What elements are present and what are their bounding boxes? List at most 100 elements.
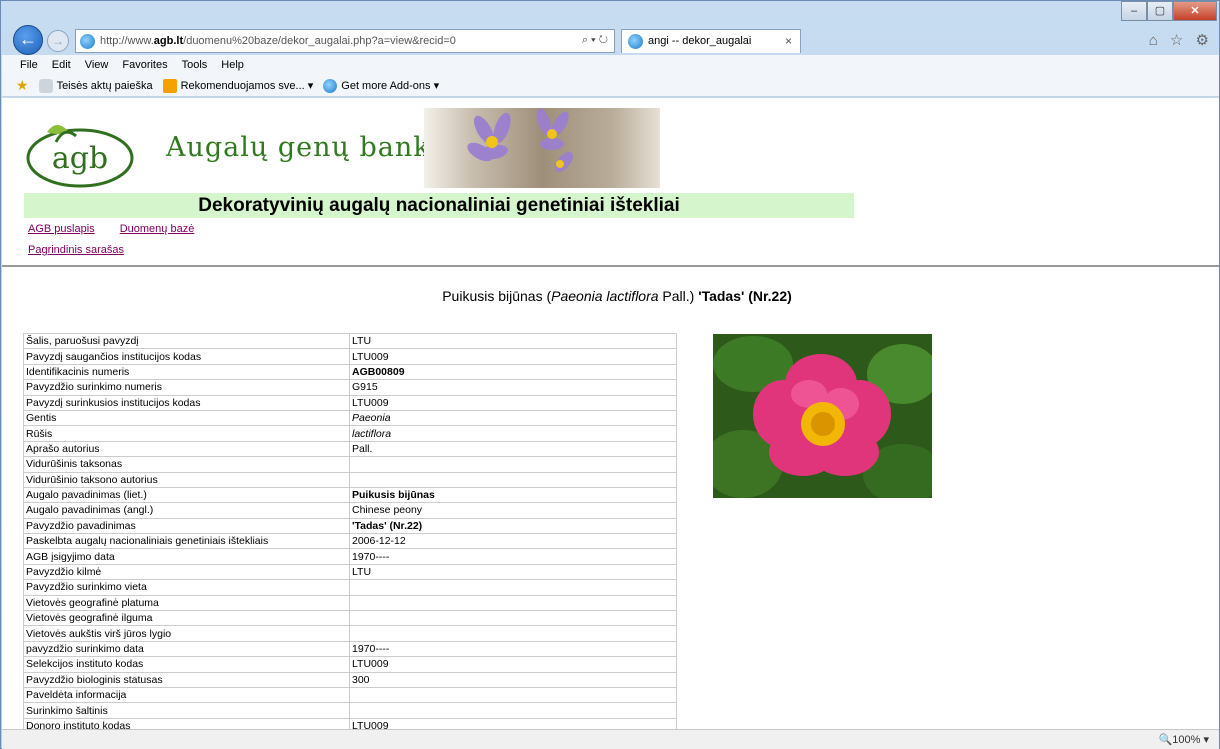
- field-label: Pavyzdžio surinkimo numeris: [23, 379, 350, 396]
- field-label: Paskelbta augalų nacionaliniais genetini…: [23, 533, 350, 550]
- link-duomenu-baze[interactable]: Duomenų bazė: [120, 223, 195, 235]
- title-pre: Puikusis bijūnas (: [442, 288, 552, 304]
- field-label: Paveldėta informacija: [23, 686, 350, 704]
- field-value: LTU009: [349, 717, 677, 729]
- field-value: [349, 702, 677, 719]
- menu-help[interactable]: Help: [221, 59, 244, 71]
- home-favorites-settings-icons[interactable]: ⌂ ☆ ⚙: [1149, 31, 1213, 49]
- table-row: Augalo pavadinimas (angl.) Chinese peony: [23, 502, 677, 519]
- table-row: Pavyzdį saugančios institucijos kodas LTU…: [23, 348, 677, 365]
- favorite-label: Rekomenduojamos sve... ▾: [180, 80, 314, 92]
- table-row: Aprašo autorius Pall.: [23, 440, 677, 458]
- link-agb-puslapis[interactable]: AGB puslapis: [28, 223, 95, 235]
- field-label: Aprašo autorius: [23, 440, 350, 458]
- field-label: Pavyzdžio pavadinimas: [23, 517, 350, 535]
- favorites-bar: ★ Teisės aktų paieška Rekomenduojamos sve…: [2, 75, 1219, 97]
- field-value: [349, 579, 677, 596]
- url-path: /duomenu%20baze/dekor_augalai.php?a=view…: [183, 35, 456, 47]
- field-label: Vietovės geografinė ilguma: [23, 610, 350, 627]
- window-controls: – ▢ ✕: [1121, 1, 1217, 23]
- url-domain: agb.lt: [153, 35, 184, 47]
- field-label: Identifikacinis numeris: [23, 363, 350, 381]
- field-value: Paeonia: [349, 409, 677, 427]
- bing-icon: [162, 78, 177, 93]
- table-row: Pavyzdį surinkusios institucijos kodas LT…: [23, 394, 677, 411]
- page-subheading: Dekoratyvinių augalų nacionaliniai genet…: [24, 193, 854, 218]
- field-value: lactiflora: [349, 425, 677, 442]
- field-value: [349, 594, 677, 612]
- field-label: Pavyzdžio biologinis statusas: [23, 671, 350, 688]
- table-row: AGB įsigyjimo data 1970----: [23, 548, 677, 565]
- menu-favorites[interactable]: Favorites: [122, 59, 167, 71]
- field-value: LTU009: [349, 656, 677, 673]
- pasqueflower-photo: [424, 108, 660, 188]
- address-actions[interactable]: ⌕ ▾ ↻: [582, 34, 608, 47]
- menu-bar: File Edit View Favorites Tools Help: [2, 55, 1219, 75]
- menu-view[interactable]: View: [85, 59, 109, 71]
- favorites-star-icon[interactable]: ★: [16, 77, 29, 94]
- url-prefix: http://www.: [100, 35, 154, 47]
- menu-file[interactable]: File: [20, 59, 38, 71]
- field-value: [349, 686, 677, 704]
- field-label: Vidurūšinis taksonas: [23, 456, 350, 473]
- table-row: Vidurūšinis taksonas: [23, 456, 677, 473]
- forward-button[interactable]: →: [47, 30, 69, 52]
- table-row: Pavyzdžio pavadinimas 'Tadas' (Nr.22): [23, 517, 677, 535]
- menu-edit[interactable]: Edit: [52, 59, 71, 71]
- field-label: Rūšis: [23, 425, 350, 442]
- field-label: AGB įsigyjimo data: [23, 548, 350, 565]
- agb-logo: agb: [26, 125, 134, 188]
- field-label: Surinkimo šaltinis: [23, 702, 350, 719]
- favorite-item[interactable]: Teisės aktų paieška: [38, 78, 153, 93]
- page-viewport: agb Augalų genų bankas Dekoratyvinių aug…: [2, 98, 1219, 729]
- site-banner: agb Augalų genų bankas: [14, 108, 660, 188]
- field-label: Šalis, paruošusi pavyzdį: [23, 332, 350, 350]
- back-button[interactable]: ←: [13, 25, 43, 55]
- minimize-button[interactable]: –: [1121, 1, 1147, 21]
- tab-dekor-augalai[interactable]: angi -- dekor_augalai ×: [621, 29, 801, 53]
- favorite-label: Teisės aktų paieška: [56, 79, 153, 92]
- tab-label: angi -- dekor_augalai: [648, 35, 752, 47]
- close-window-button[interactable]: ✕: [1173, 1, 1217, 21]
- ie-icon: [323, 78, 338, 93]
- link-pagrindinis-sarasas[interactable]: Pagrindinis sarašas: [28, 244, 124, 256]
- table-row: Paskelbta augalų nacionaliniais genetini…: [23, 533, 677, 550]
- table-row: Vidurūšinio taksono autorius: [23, 471, 677, 488]
- field-label: Vietovės aukštis virš jūros lygio: [23, 625, 350, 642]
- field-label: Augalo pavadinimas (liet.): [23, 486, 350, 504]
- table-row: Rūšis lactiflora: [23, 425, 677, 442]
- field-label: Pavyzdžio kilmė: [23, 563, 350, 581]
- top-links: AGB puslapis Duomenų bazė: [28, 223, 216, 235]
- main-list-link-wrap: Pagrindinis sarašas: [28, 244, 124, 256]
- tab-close-icon[interactable]: ×: [785, 34, 792, 48]
- table-row: Vietovės aukštis virš jūros lygio: [23, 625, 677, 642]
- field-value: G915: [349, 379, 677, 396]
- favorite-item[interactable]: Get more Add-ons ▾: [323, 78, 440, 93]
- table-row: Surinkimo šaltinis: [23, 702, 677, 719]
- field-value: [349, 610, 677, 627]
- field-value: AGB00809: [349, 363, 677, 381]
- field-label: Pavyzdžio surinkimo vieta: [23, 579, 350, 596]
- table-row: Augalo pavadinimas (liet.) Puikusis bijūn…: [23, 486, 677, 504]
- field-label: Vidurūšinio taksono autorius: [23, 471, 350, 488]
- menu-tools[interactable]: Tools: [182, 59, 208, 71]
- favorite-label: Get more Add-ons ▾: [341, 80, 440, 92]
- table-row: Identifikacinis numeris AGB00809: [23, 363, 677, 381]
- field-label: Gentis: [23, 409, 350, 427]
- favorite-item[interactable]: Rekomenduojamos sve... ▾: [162, 78, 314, 93]
- table-row: Pavyzdžio biologinis statusas 300: [23, 671, 677, 688]
- browser-window: – ▢ ✕ ← → http://www.agb.lt/duomenu%20ba…: [0, 0, 1220, 749]
- zoom-control[interactable]: 🔍100% ▾: [1159, 733, 1209, 746]
- field-value: 2006-12-12: [349, 533, 677, 550]
- field-value: 1970----: [349, 640, 677, 658]
- address-bar[interactable]: http://www.agb.lt/duomenu%20baze/dekor_a…: [75, 29, 615, 53]
- field-value: 300: [349, 671, 677, 688]
- field-value: [349, 471, 677, 488]
- field-value: 'Tadas' (Nr.22): [349, 517, 677, 535]
- maximize-button[interactable]: ▢: [1147, 1, 1173, 21]
- address-url[interactable]: http://www.agb.lt/duomenu%20baze/dekor_a…: [100, 35, 456, 47]
- title-cultivar: 'Tadas' (Nr.22): [698, 288, 792, 304]
- field-value: LTU: [349, 332, 677, 350]
- ie-tab-icon: [628, 34, 643, 49]
- field-value: Pall.: [349, 440, 677, 458]
